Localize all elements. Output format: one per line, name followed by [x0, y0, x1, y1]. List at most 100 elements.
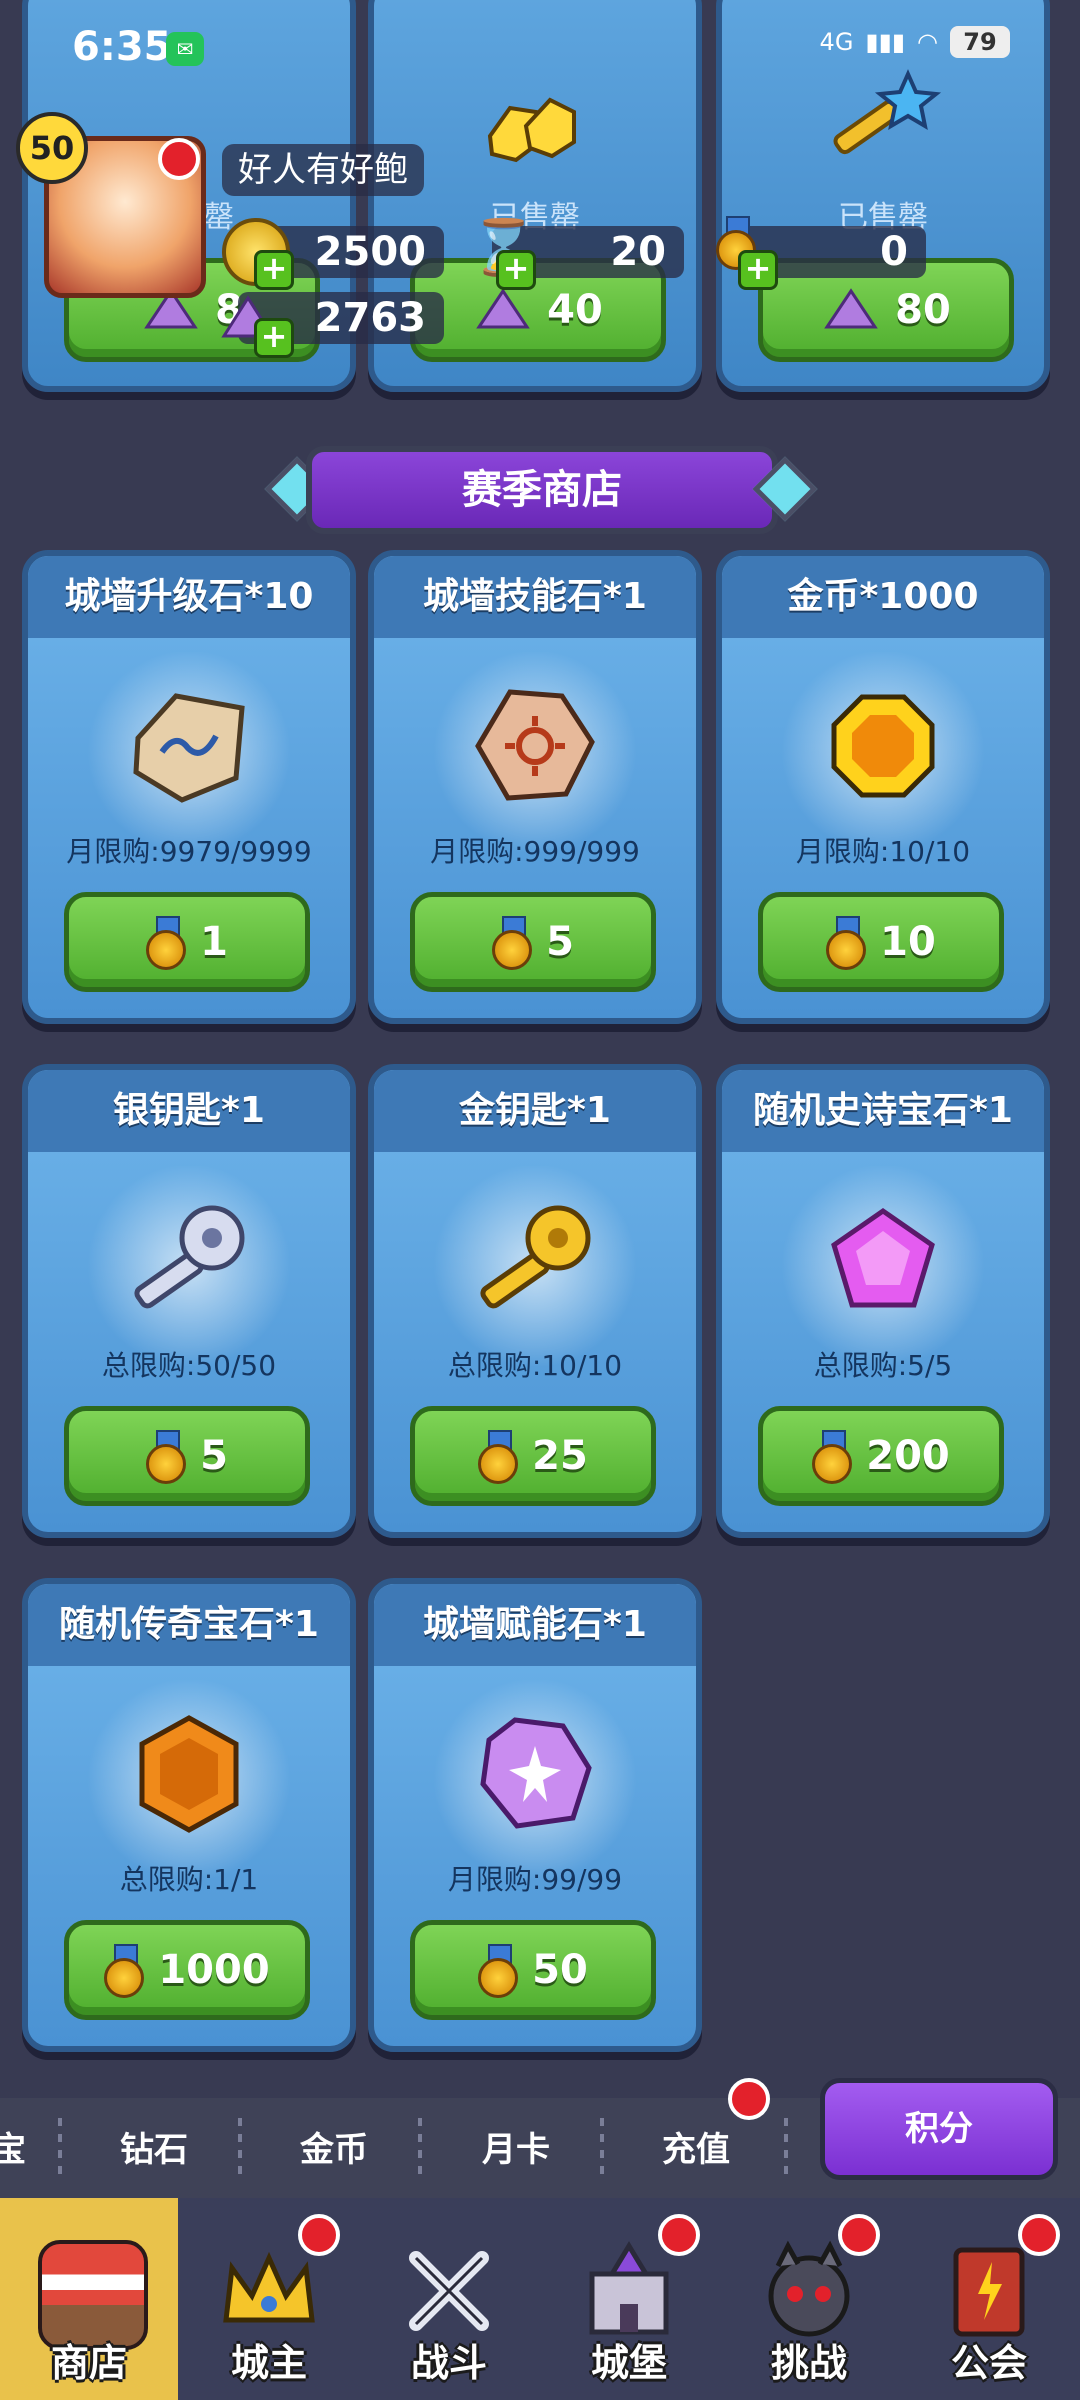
avatar-notification-dot: [158, 138, 200, 180]
medal-icon: [146, 1430, 187, 1484]
gold-coin-icon: [831, 694, 935, 798]
notification-dot: [1018, 2214, 1060, 2256]
buy-button[interactable]: 50: [410, 1920, 656, 2020]
add-medal-button[interactable]: +: [738, 250, 778, 290]
purchase-limit: 总限购:50/50: [101, 1349, 277, 1382]
notification-dot: [838, 2214, 880, 2256]
nav-battle[interactable]: 战斗: [360, 2198, 538, 2400]
nav-label: 商店: [50, 2341, 127, 2385]
medal-icon: [812, 1430, 853, 1484]
buy-button[interactable]: 5: [410, 892, 656, 992]
shop-item-card[interactable]: 城墙技能石*1 月限购:999/999 5: [368, 550, 702, 1024]
price-value: 200: [866, 1433, 950, 1479]
player-level: 50: [16, 112, 88, 184]
nav-label: 城堡: [590, 2341, 667, 2385]
section-title: 赛季商店: [306, 446, 778, 534]
purple-crystal-icon: [824, 288, 878, 329]
notification-dot: [658, 2214, 700, 2256]
shop-item-card[interactable]: 随机史诗宝石*1 总限购:5/5 200: [716, 1064, 1050, 1538]
shop-item-card[interactable]: 城墙升级石*10 月限购:9979/9999 1: [22, 550, 356, 1024]
status-time: 6:35: [72, 24, 172, 70]
crossed-swords-icon: [409, 2251, 489, 2331]
item-title: 城墙技能石*1: [374, 556, 696, 638]
star-key-icon: [833, 69, 942, 155]
shop-item-card[interactable]: 银钥匙*1 总限购:50/50 5: [22, 1064, 356, 1538]
tab-recharge[interactable]: 充值: [662, 2122, 730, 2171]
price-value: 40: [547, 287, 603, 333]
price-value: 1000: [158, 1947, 270, 1993]
purchase-limit: 总限购:1/1: [119, 1863, 259, 1896]
add-coin-button[interactable]: +: [254, 250, 294, 290]
tab-separator: [784, 2118, 788, 2182]
silver-key-icon: [134, 1205, 245, 1309]
buy-button[interactable]: 5: [64, 1406, 310, 1506]
add-gem-button[interactable]: +: [254, 318, 294, 358]
price-value: 25: [532, 1433, 588, 1479]
medal-icon: [146, 916, 187, 970]
tab-diamond[interactable]: 钻石: [120, 2122, 188, 2171]
nav-label: 战斗: [410, 2341, 487, 2385]
item-title: 金钥匙*1: [374, 1070, 696, 1152]
price-value: 5: [546, 919, 574, 965]
network-type: 4G: [819, 28, 854, 56]
sun-stone-icon: [475, 689, 595, 801]
price-value: 5: [200, 1433, 228, 1479]
wifi-icon: ◠: [917, 28, 938, 56]
recharge-notification-dot: [728, 2078, 770, 2120]
shop-item-card[interactable]: 随机传奇宝石*1 总限购:1/1 1000: [22, 1578, 356, 2052]
signal-icon: ▮▮▮: [865, 28, 906, 56]
tab-partial[interactable]: 宝: [0, 2122, 26, 2171]
purchase-limit: 月限购:10/10: [795, 835, 971, 868]
add-hourglass-button[interactable]: +: [496, 250, 536, 290]
shop-item-card[interactable]: 金钥匙*1 总限购:10/10 25: [368, 1064, 702, 1538]
tab-gold[interactable]: 金币: [300, 2122, 368, 2171]
medal-icon: [478, 1944, 519, 1998]
gold-pile-icon: [487, 97, 576, 163]
top-card-3[interactable]: 已售罄 80: [716, 0, 1050, 392]
tab-monthly[interactable]: 月卡: [482, 2122, 550, 2171]
purple-crystal-icon: [476, 288, 530, 329]
nav-label: 公会: [950, 2341, 1027, 2385]
nav-label: 挑战: [770, 2341, 847, 2385]
wechat-icon: ✉: [166, 32, 204, 66]
price-value: 1: [200, 919, 228, 965]
nav-castle[interactable]: 城堡: [540, 2198, 718, 2400]
legendary-gem-icon: [139, 1715, 239, 1833]
medal-icon: [826, 916, 867, 970]
empower-stone-icon: [480, 1717, 592, 1829]
medal-icon: [492, 916, 533, 970]
medal-icon: [478, 1430, 519, 1484]
demon-mask-icon: [768, 2240, 850, 2337]
epic-gem-icon: [831, 1207, 935, 1308]
purchase-limit: 月限购:9979/9999: [66, 835, 312, 868]
item-title: 银钥匙*1: [28, 1070, 350, 1152]
purchase-limit: 总限购:5/5: [813, 1349, 953, 1382]
nav-lord[interactable]: 城主: [180, 2198, 358, 2400]
buy-button[interactable]: 25: [410, 1406, 656, 1506]
price-value: 10: [880, 919, 936, 965]
buy-button[interactable]: 200: [758, 1406, 1004, 1506]
rune-stone-icon: [133, 693, 245, 803]
price-value: 80: [895, 287, 951, 333]
item-title: 城墙升级石*10: [28, 556, 350, 638]
nav-guild[interactable]: 公会: [900, 2198, 1078, 2400]
nav-challenge[interactable]: 挑战: [720, 2198, 898, 2400]
crown-icon: [223, 2251, 315, 2323]
purchase-limit: 总限购:10/10: [447, 1349, 623, 1382]
buy-button[interactable]: 10: [758, 892, 1004, 992]
tab-separator: [418, 2118, 422, 2182]
item-title: 金币*1000: [722, 556, 1044, 638]
shop-item-card[interactable]: 城墙赋能石*1 月限购:99/99 50: [368, 1578, 702, 2052]
buy-button[interactable]: 1000: [64, 1920, 310, 2020]
item-title: 随机史诗宝石*1: [722, 1070, 1044, 1152]
castle-icon: [589, 2241, 669, 2335]
purchase-limit: 月限购:999/999: [430, 835, 640, 868]
shop-item-card[interactable]: 金币*1000 月限购:10/10 10: [716, 550, 1050, 1024]
battery-level: 79: [950, 26, 1010, 58]
tab-points[interactable]: 积分: [820, 2078, 1058, 2180]
tab-separator: [58, 2118, 62, 2182]
guild-book-icon: [953, 2247, 1025, 2337]
tab-separator: [600, 2118, 604, 2182]
buy-button[interactable]: 1: [64, 892, 310, 992]
nav-shop[interactable]: 商店: [0, 2198, 178, 2400]
